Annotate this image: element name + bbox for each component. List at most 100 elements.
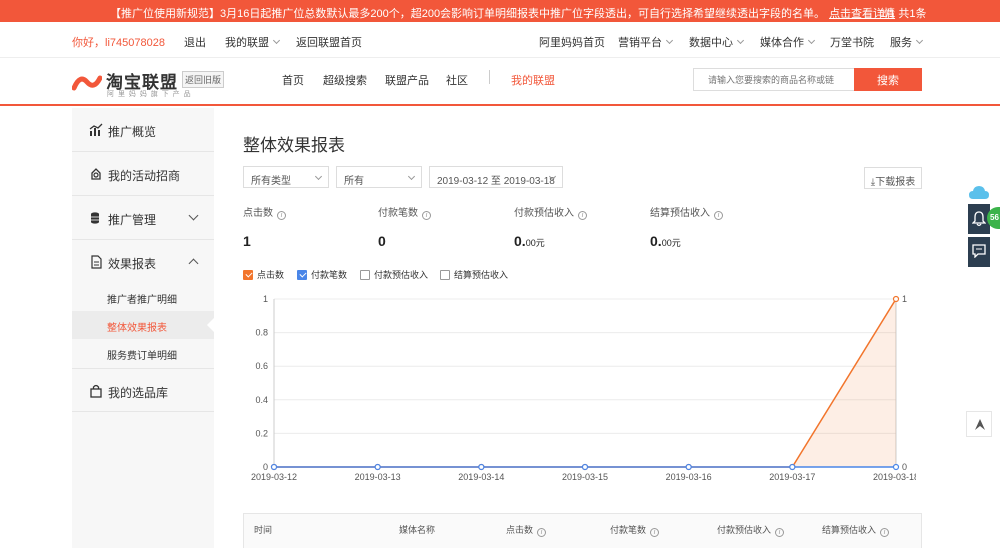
column-header-paid-income[interactable]: 付款预估收入 i [717,523,785,537]
x-tick-label: 2019-03-13 [355,472,401,482]
my-union-menu[interactable]: 我的联盟 [225,34,281,50]
x-tick-label: 2019-03-16 [666,472,712,482]
metric-value: 1 [243,233,251,249]
sidebar-subitem-label: 服务费订单明细 [107,351,177,362]
checkbox-unchecked-icon [440,270,450,280]
sidebar-item-activities[interactable]: 我的活动招商 [72,152,214,196]
sidebar-item-reports[interactable]: 效果报表 [72,240,214,284]
media-select[interactable]: 所有 [336,166,422,188]
legend-checkbox-paid-income[interactable]: 付款预估收入 [360,268,428,281]
data-point [892,463,900,471]
alimama-home-link[interactable]: 阿里妈妈首页 [539,34,605,50]
legend-checkbox-paid-orders[interactable]: 付款笔数 [297,268,347,281]
sidebar-subitem-label: 整体效果报表 [107,323,167,334]
info-icon: i [775,528,785,537]
chevron-down-icon [314,172,323,181]
media-cooperation-menu[interactable]: 媒体合作 [760,34,816,50]
metric-clicks: 点击数 i 1 [243,204,286,249]
sidebar-subitem-overall-report[interactable]: 整体效果报表 [72,311,214,339]
bell-icon [972,211,986,227]
nav-divider [489,70,490,84]
column-header-time: 时间 [254,525,273,535]
sidebar-subitem-promoter-detail[interactable]: 推广者推广明细 [72,283,214,311]
legend-checkbox-settled-income[interactable]: 结算预估收入 [440,268,508,281]
x-tick-label: 2019-03-14 [458,472,504,482]
sidebar-item-label: 我的活动招商 [108,169,181,183]
y-tick-label: 0.4 [255,395,268,405]
sidebar-subitem-label: 推广者推广明细 [107,295,177,306]
logo[interactable]: 淘宝联盟 阿 里 妈 妈 旗 下 产 品 返回旧版 [72,66,225,100]
legend-checkbox-clicks[interactable]: 点击数 [243,268,284,281]
old-version-link[interactable]: 返回旧版 [182,71,225,88]
search-input[interactable] [693,68,855,91]
feedback-tool[interactable] [968,237,990,267]
x-tick-label: 2019-03-15 [562,472,608,482]
nav-community[interactable]: 社区 [446,72,468,88]
search-button[interactable]: 搜索 [854,68,922,91]
info-icon[interactable]: i [578,211,587,220]
chevron-down-icon [272,36,281,45]
download-report-button[interactable]: ⤓下载报表 [864,167,922,189]
metric-settled-estimated-income: 结算预估收入 i 0.00元 [650,204,723,249]
y-tick-label: 1 [263,294,268,304]
column-header-settled-income[interactable]: 结算预估收入 i [822,523,890,537]
notice-bar: 【推广位使用新规范】3月16日起推广位总数默认最多200个，超200会影响订单明… [0,0,1000,22]
x-tick-label: 2019-03-12 [251,472,297,482]
metric-value: 0.00元 [514,233,545,249]
nav-home[interactable]: 首页 [282,72,304,88]
nav-super-search[interactable]: 超级搜索 [323,72,367,88]
info-icon[interactable]: i [277,211,286,220]
right-axis-label: 1 [902,294,907,304]
metric-paid-estimated-income: 付款预估收入 i 0.00元 [514,204,587,249]
sidebar: 推广概览 我的活动招商 推广管理 效果报表 推广者推广明细 整体效果报表 服务费… [72,108,214,548]
user-greeting[interactable]: 你好，li745078028 [72,34,165,50]
brand-subtitle: 阿 里 妈 妈 旗 下 产 品 [107,91,192,98]
sidebar-item-selection-library[interactable]: 我的选品库 [72,368,214,412]
sidebar-item-promotion-management[interactable]: 推广管理 [72,196,214,240]
info-icon[interactable]: i [422,211,431,220]
series-line [274,298,897,468]
share-button[interactable] [966,411,992,437]
notice-pager[interactable]: 1/1 共1条 [880,5,926,21]
data-point [892,295,900,303]
data-point [581,463,589,471]
sidebar-item-overview[interactable]: 推广概览 [72,108,214,152]
sidebar-item-label: 推广概览 [108,125,157,139]
trend-chart: 00.20.40.60.81 102019-03-12 2019-03-13 2019… [251,294,916,482]
date-range-picker[interactable]: 2019-03-12 至 2019-03-18 [429,166,563,188]
column-header-paid-orders[interactable]: 付款笔数 i [610,523,660,537]
page-title: 整体效果报表 [243,136,345,155]
type-select[interactable]: 所有类型 [243,166,329,188]
sidebar-item-label: 效果报表 [108,257,157,271]
y-tick-label: 0 [263,462,268,472]
service-menu[interactable]: 服务 [890,34,924,50]
chevron-down-icon [915,36,924,45]
column-header-media: 媒体名称 [399,525,436,535]
checkbox-unchecked-icon [360,270,370,280]
checkbox-checked-icon [297,270,307,280]
top-nav: 你好，li745078028 退出 我的联盟 返回联盟首页 阿里妈妈首页 营销平… [0,22,1000,58]
academy-link[interactable]: 万堂书院 [830,34,874,50]
metric-value: 0 [378,233,386,249]
column-header-clicks[interactable]: 点击数 i [506,523,547,537]
marketing-menu[interactable]: 营销平台 [618,34,674,50]
nav-products[interactable]: 联盟产品 [385,72,429,88]
bag-icon [90,384,102,398]
chevron-down-icon [736,36,745,45]
info-icon: i [880,528,890,537]
database-icon [91,212,99,224]
info-icon[interactable]: i [714,211,723,220]
sidebar-subitem-service-fee-orders[interactable]: 服务费订单明细 [72,339,214,367]
chevron-down-icon [807,36,816,45]
metric-name: 点击数 [243,208,273,219]
data-center-menu[interactable]: 数据中心 [689,34,745,50]
chevron-down-icon [188,210,199,221]
x-tick-label: 2019-03-17 [769,472,815,482]
series-area [274,299,896,467]
document-icon [91,255,102,269]
logo-mark-icon [72,75,102,91]
nav-my-union[interactable]: 我的联盟 [511,72,555,88]
cloud-icon[interactable] [968,183,990,203]
logout-link[interactable]: 退出 [184,34,206,50]
back-home-link[interactable]: 返回联盟首页 [296,34,362,50]
